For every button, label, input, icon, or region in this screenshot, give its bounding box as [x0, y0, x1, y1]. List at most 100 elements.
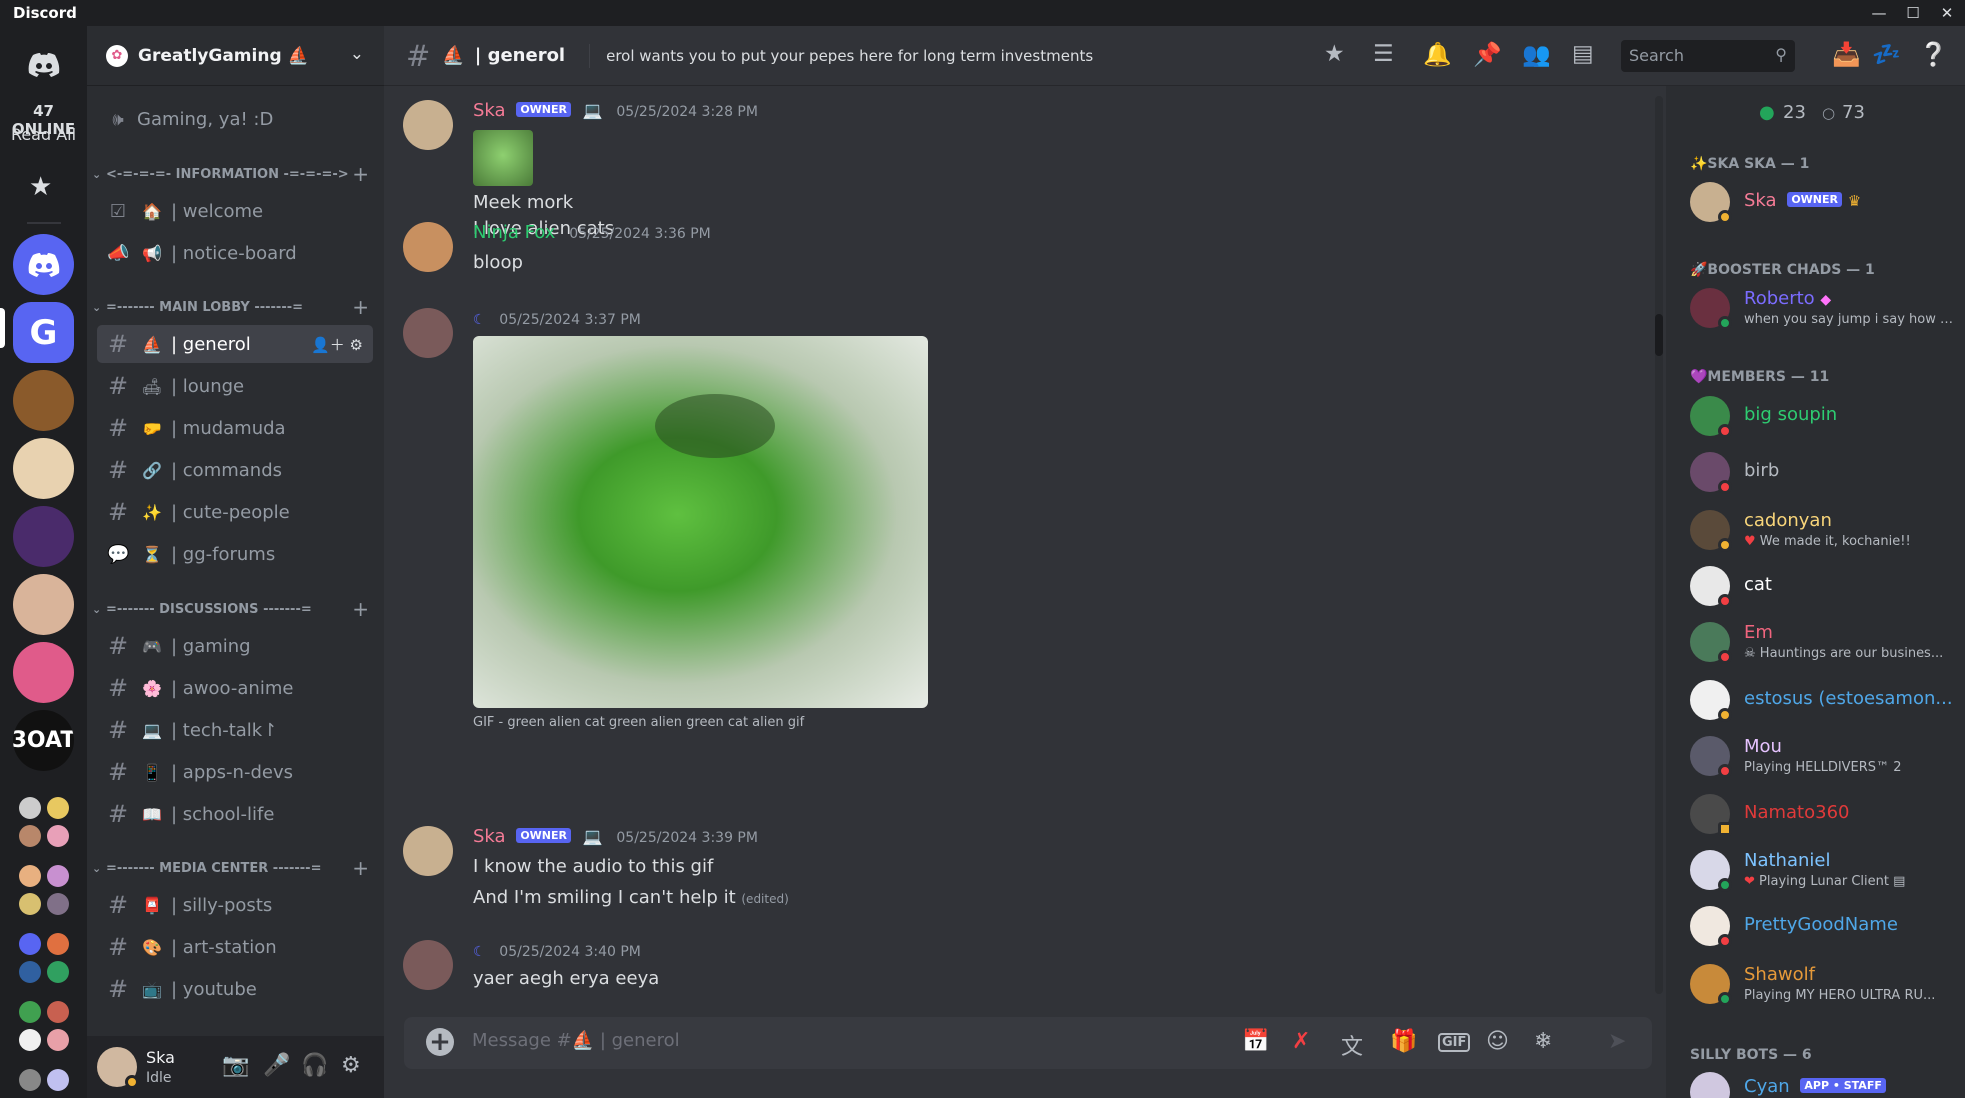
- channel-art-station[interactable]: # 🎨 | art-station: [97, 928, 373, 966]
- server-icon-spiral[interactable]: [13, 642, 74, 703]
- add-channel-icon[interactable]: +: [352, 295, 369, 319]
- member-item[interactable]: Mou Playing HELLDIVERS™ 2: [1690, 736, 1954, 780]
- channel-youtube[interactable]: # 📺 | youtube: [97, 970, 373, 1008]
- pin-icon[interactable]: 📌: [1473, 41, 1502, 68]
- channel-topic[interactable]: erol wants you to put your pepes here fo…: [606, 47, 1093, 65]
- server-icon-cat[interactable]: [13, 574, 74, 635]
- mute-icon[interactable]: ✗: [1292, 1029, 1310, 1054]
- add-attachment-icon[interactable]: +: [426, 1028, 454, 1056]
- member-item[interactable]: Ska OWNER ♛: [1690, 182, 1954, 226]
- channel-gaming[interactable]: # 🎮 | gaming: [97, 627, 373, 665]
- avatar[interactable]: [403, 308, 453, 358]
- channel-tech-talk[interactable]: # 💻 | tech-talk↾: [97, 711, 373, 749]
- guild-header[interactable]: ✿ GreatlyGaming ⛵ ⌄: [87, 26, 384, 86]
- server-icon-purple[interactable]: [13, 506, 74, 567]
- channel-lounge[interactable]: # 🛋 | lounge: [97, 367, 373, 405]
- member-item[interactable]: big soupin: [1690, 396, 1954, 440]
- member-item[interactable]: cat: [1690, 566, 1954, 610]
- member-item[interactable]: Cyan APP • STAFF: [1690, 1072, 1954, 1098]
- read-all-button[interactable]: Read All: [0, 125, 87, 144]
- alien-cat-sticker[interactable]: [473, 130, 533, 186]
- category-main-lobby[interactable]: ⌄ =------- MAIN LOBBY -------= +: [92, 295, 372, 319]
- channel-silly-posts[interactable]: # 📮 | silly-posts: [97, 886, 373, 924]
- stage-channel[interactable]: 🕪 Gaming, ya! :D: [97, 100, 373, 138]
- translate-icon[interactable]: 文: [1341, 1029, 1363, 1061]
- author-name[interactable]: Ska: [473, 826, 506, 847]
- server-folder-4[interactable]: [17, 999, 71, 1053]
- category-media-center[interactable]: ⌄ =------- MEDIA CENTER -------= +: [92, 856, 372, 880]
- star-icon[interactable]: ★: [29, 172, 52, 202]
- channel-notice-board[interactable]: 📣 📢 | notice-board: [97, 234, 373, 272]
- member-item[interactable]: birb: [1690, 452, 1954, 496]
- member-item[interactable]: estosus (estoesamon...: [1690, 680, 1954, 724]
- add-channel-icon[interactable]: +: [352, 856, 369, 880]
- help-icon[interactable]: ❔: [1919, 41, 1948, 68]
- channel-mudamuda[interactable]: # 🤛 | mudamuda: [97, 409, 373, 447]
- server-folder-1[interactable]: [17, 795, 71, 849]
- author-name[interactable]: Ninja Fox: [473, 222, 555, 243]
- avatar[interactable]: [403, 826, 453, 876]
- user-settings-icon[interactable]: ⚙: [341, 1053, 361, 1078]
- channel-commands[interactable]: # 🔗 | commands: [97, 451, 373, 489]
- author-name[interactable]: Ska: [473, 100, 506, 121]
- emoji-picker-icon[interactable]: ❄: [1534, 1029, 1552, 1054]
- author-name[interactable]: ☾: [473, 944, 486, 960]
- channel-gg-forums[interactable]: 💬 ⏳ | gg-forums: [97, 535, 373, 573]
- avatar[interactable]: [97, 1047, 139, 1089]
- channel-awoo-anime[interactable]: # 🌸 | awoo-anime: [97, 669, 373, 707]
- server-discord-community[interactable]: [13, 234, 74, 295]
- member-item[interactable]: Em ☠ Hauntings are our busines...: [1690, 622, 1954, 666]
- headphones-icon[interactable]: 🎧: [301, 1053, 328, 1078]
- category-information[interactable]: ⌄ <-=-=-=- INFORMATION -=-=-=-> +: [92, 162, 372, 186]
- server-folder-3[interactable]: [17, 931, 71, 985]
- channel-school-life[interactable]: # 📖 | school-life: [97, 795, 373, 833]
- sleep-icon[interactable]: 💤: [1872, 41, 1901, 68]
- member-item[interactable]: Namato360: [1690, 794, 1954, 838]
- channel-settings-icons[interactable]: 👤＋ ⚙: [311, 334, 363, 355]
- avatar[interactable]: [403, 100, 453, 150]
- gift-icon[interactable]: 🎁: [1390, 1029, 1417, 1054]
- server-folder-5[interactable]: [17, 1067, 71, 1098]
- send-icon[interactable]: ➤: [1608, 1029, 1626, 1054]
- favorite-star-icon[interactable]: ★: [1324, 41, 1345, 67]
- server-folder-2[interactable]: [17, 863, 71, 917]
- chat-scroll-thumb[interactable]: [1655, 314, 1663, 356]
- member-item[interactable]: Roberto ◆ when you say jump i say how h.…: [1690, 288, 1958, 332]
- server-greatlygaming[interactable]: G: [13, 302, 74, 363]
- forum-list-icon[interactable]: ▤: [1572, 41, 1594, 67]
- search-input[interactable]: Search ⚲: [1621, 40, 1795, 72]
- chevron-down-icon[interactable]: ⌄: [350, 44, 364, 64]
- chat-scrollbar[interactable]: [1655, 96, 1663, 994]
- notification-bell-icon[interactable]: 🔔: [1423, 41, 1452, 68]
- member-item[interactable]: PrettyGoodName: [1690, 906, 1954, 950]
- message-input[interactable]: Message #⛵ | generol: [472, 1030, 680, 1051]
- member-item[interactable]: cadonyan ♥ We made it, kochanie!!: [1690, 510, 1954, 554]
- close-icon[interactable]: ✕: [1930, 0, 1964, 26]
- member-item[interactable]: Shawolf Playing MY HERO ULTRA RU...: [1690, 964, 1954, 1008]
- direct-messages-button[interactable]: [13, 34, 74, 95]
- sticker-icon[interactable]: ☺: [1486, 1029, 1509, 1054]
- avatar[interactable]: [403, 940, 453, 990]
- category-discussions[interactable]: ⌄ =------- DISCUSSIONS -------= +: [92, 597, 372, 621]
- add-channel-icon[interactable]: +: [352, 597, 369, 621]
- channel-apps-n-devs[interactable]: # 📱 | apps-n-devs: [97, 753, 373, 791]
- add-channel-icon[interactable]: +: [352, 162, 369, 186]
- minimize-icon[interactable]: —: [1862, 0, 1896, 26]
- channel-generol[interactable]: # ⛵ | generol 👤＋ ⚙: [97, 325, 373, 363]
- gif-picker-icon[interactable]: GIF: [1438, 1033, 1471, 1052]
- member-list-icon[interactable]: 👥: [1522, 41, 1551, 68]
- threads-icon[interactable]: ☰: [1373, 41, 1394, 67]
- channel-cute-people[interactable]: # ✨ | cute-people: [97, 493, 373, 531]
- camera-off-icon[interactable]: 📷: [222, 1053, 249, 1078]
- server-icon-boat[interactable]: 3OAT: [13, 710, 74, 771]
- gif-embed[interactable]: [473, 336, 928, 708]
- maximize-icon[interactable]: ☐: [1896, 0, 1930, 26]
- message-composer[interactable]: + Message #⛵ | generol 📅 ✗ 文 🎁 GIF ☺ ❄ ➤: [404, 1017, 1652, 1069]
- server-icon-cream[interactable]: [13, 438, 74, 499]
- avatar[interactable]: [403, 222, 453, 272]
- channel-welcome[interactable]: ☑ 🏠 | welcome: [97, 192, 373, 230]
- inbox-icon[interactable]: 📥: [1832, 41, 1861, 68]
- author-name[interactable]: ☾: [473, 312, 486, 328]
- member-item[interactable]: Nathaniel ❤ Playing Lunar Client ▤: [1690, 850, 1954, 894]
- calendar-icon[interactable]: 📅: [1242, 1029, 1269, 1054]
